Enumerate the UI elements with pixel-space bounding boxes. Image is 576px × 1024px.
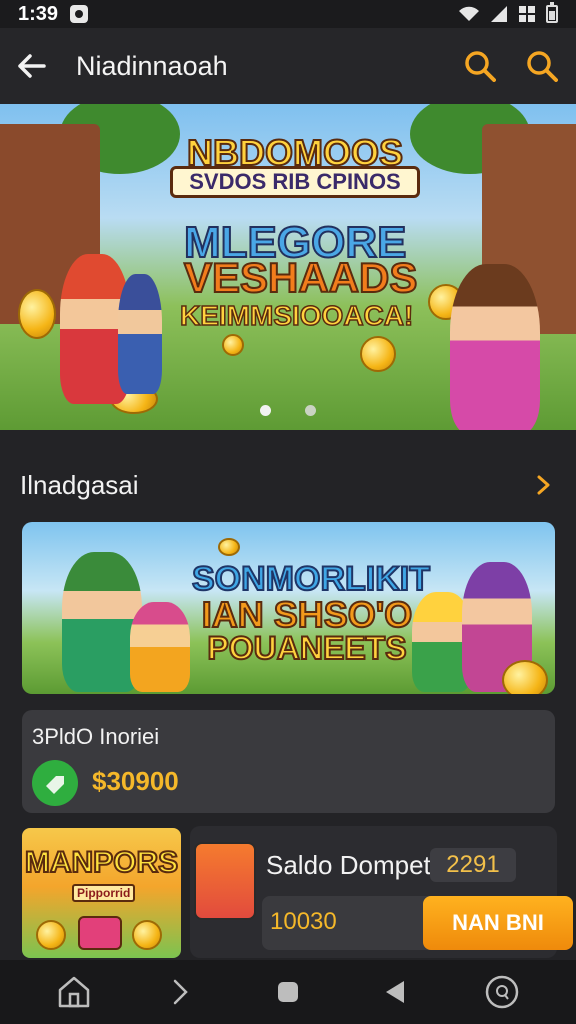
hero-banner[interactable]: NBDOMOOS SVDOS RIB CPINOS MLEGORE VESHAA… — [0, 104, 576, 430]
promo-headline-3: POUANEETS — [206, 629, 407, 667]
nav-forward[interactable] — [159, 970, 203, 1014]
balance-card[interactable]: 3PldO Inoriei $30900 — [22, 710, 555, 813]
promo-card[interactable]: SONMORLIKIT IAN SHSO'O POUANEETS — [22, 522, 555, 694]
nav-back[interactable] — [373, 970, 417, 1014]
banner-subtitle: SVDOS RIB CPINOS — [170, 166, 420, 198]
page-title: Niadinnaoah — [76, 50, 228, 81]
wallet-card: Saldo Dompet 2291 10030 NAN BNI — [190, 826, 573, 958]
coin-icon — [36, 920, 66, 950]
square-icon — [277, 982, 298, 1002]
battery-icon — [546, 2, 558, 23]
chevron-right-icon — [173, 979, 188, 1005]
cta-button[interactable]: NAN BNI — [423, 896, 573, 950]
search-icon — [465, 51, 496, 82]
triangle-back-icon — [386, 981, 405, 1003]
back-arrow-icon — [18, 54, 46, 78]
signal-icon — [491, 6, 507, 22]
game-thumbnail[interactable]: MANPORS Pipporrid — [22, 828, 181, 958]
coin-icon — [502, 660, 548, 694]
coin-icon — [222, 334, 244, 356]
gem-icon — [78, 916, 122, 950]
coin-icon — [132, 920, 162, 950]
nav-assistant[interactable] — [480, 970, 524, 1014]
wifi-icon — [459, 6, 479, 21]
grid-icon — [519, 6, 535, 22]
banner-headline-3: KEIMMSIOOACA! — [179, 299, 414, 332]
home-icon — [58, 976, 89, 1008]
wallet-amount: 10030 — [270, 908, 337, 935]
status-bar: 1:39 — [0, 0, 576, 28]
search-button[interactable] — [462, 48, 498, 84]
bottom-row: MANPORS Pipporrid Saldo Dompet 2291 1003… — [22, 826, 573, 958]
nav-home[interactable] — [52, 970, 96, 1014]
character-small — [130, 602, 190, 692]
status-time: 1:39 — [18, 2, 59, 25]
cash-icon — [32, 760, 78, 806]
wallet-badge: 2291 — [430, 848, 516, 882]
banner-headline-2: VESHAADS — [183, 253, 418, 302]
back-button[interactable] — [16, 50, 48, 82]
game-title: MANPORS — [24, 845, 179, 880]
status-icons — [458, 2, 558, 23]
wallet-title: Saldo Dompet — [266, 850, 431, 880]
search-icon — [527, 51, 558, 82]
notification-icon — [70, 5, 89, 23]
search-button-secondary[interactable] — [524, 48, 560, 84]
nav-recents[interactable] — [266, 970, 310, 1014]
app-actions — [462, 48, 560, 84]
section-more-button[interactable] — [532, 473, 556, 497]
coin-icon — [360, 336, 396, 372]
balance-value: $30900 — [92, 766, 179, 796]
system-nav-bar — [0, 960, 576, 1024]
balance-label: 3PldO Inoriei — [32, 724, 160, 749]
coin-icon — [18, 289, 56, 339]
section-header: Ilnadgasai — [20, 462, 556, 508]
carousel-dot[interactable] — [305, 405, 316, 416]
carousel-dot-active[interactable] — [260, 405, 271, 416]
game-subtitle: Pipporrid — [72, 884, 136, 902]
app-bar: Niadinnaoah — [0, 28, 576, 104]
avatar — [194, 842, 256, 920]
character-small — [118, 274, 162, 394]
chevron-right-icon — [537, 475, 550, 495]
assistant-icon — [486, 975, 519, 1009]
coin-icon — [218, 538, 240, 556]
section-title: Ilnadgasai — [20, 469, 139, 500]
carousel-indicator — [0, 405, 576, 416]
